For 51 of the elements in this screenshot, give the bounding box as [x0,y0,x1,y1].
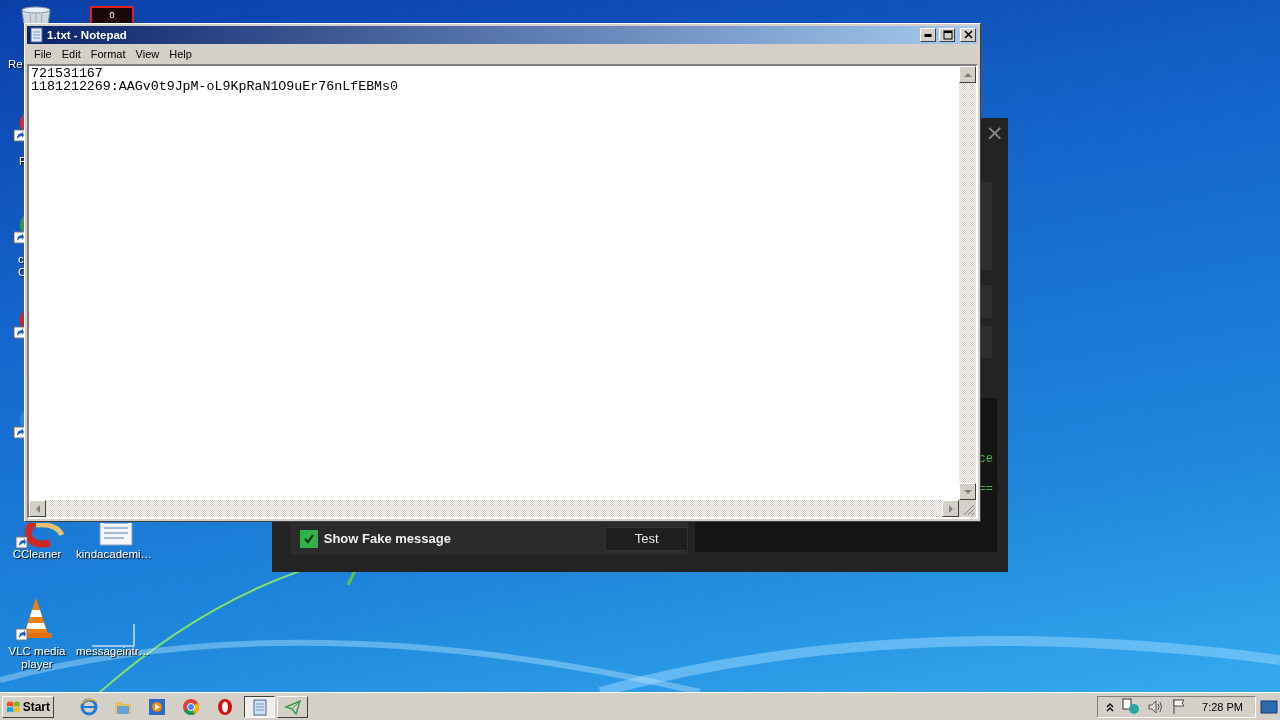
window-title: 1.txt - Notepad [47,29,128,41]
network-icon[interactable] [1122,698,1141,715]
panel-background [981,285,992,318]
menu-item[interactable]: File [29,47,57,60]
triangle-up-icon [963,70,972,79]
minimize-button[interactable] [920,28,936,42]
counter-icon[interactable]: 0 [90,6,134,26]
icon-label: CCleaner [11,548,63,561]
triangle-right-icon [946,504,955,513]
triangle-down-icon [963,487,972,496]
paper-plane-icon [283,697,302,716]
volume-icon[interactable] [1148,698,1165,715]
minimize-icon [924,33,932,37]
menu-item[interactable]: Format [85,47,131,60]
panel-background [981,326,992,358]
checkbox-label: Show Fake message [323,531,452,546]
icon-label: messageintr… [74,645,152,658]
flag-icon[interactable] [1172,698,1187,715]
start-button[interactable]: Start [2,695,54,718]
menu-item[interactable]: Edit [56,47,86,60]
chevron-up-icon[interactable] [1106,701,1115,712]
close-button[interactable] [960,28,976,42]
taskbar-button[interactable] [244,695,275,718]
close-button[interactable]: × [985,122,1004,144]
icon-label: Re [8,58,23,71]
document-icon[interactable] [98,523,134,549]
menu-item[interactable]: Help [164,47,197,60]
chrome-icon[interactable] [182,697,200,716]
checkmark-icon [301,532,316,545]
opera-icon[interactable] [216,697,234,716]
icon-label: kindacademi… [76,548,152,561]
test-button[interactable]: Test [605,526,688,551]
checkbox[interactable] [300,529,318,548]
maximize-button[interactable] [939,28,955,42]
horizontal-scrollbar[interactable] [29,500,959,517]
menu-item[interactable]: View [130,47,165,60]
vertical-scrollbar[interactable] [959,66,976,500]
icon-label: VLC media player [7,645,67,671]
browser-icon[interactable] [80,697,98,716]
scroll-right-button[interactable] [942,500,959,517]
close-icon [962,30,974,40]
notepad-icon [250,697,269,716]
scroll-up-button[interactable] [959,66,976,83]
clock[interactable]: 7:28 PM [1202,700,1243,713]
scroll-down-button[interactable] [959,483,976,500]
notepad-icon [29,27,44,43]
show-desktop-icon[interactable] [1260,699,1278,714]
maximize-icon [941,30,953,40]
ccleaner-shortcut-icon[interactable] [16,523,64,549]
scroll-left-button[interactable] [29,500,46,517]
media-player-icon[interactable] [148,697,166,716]
